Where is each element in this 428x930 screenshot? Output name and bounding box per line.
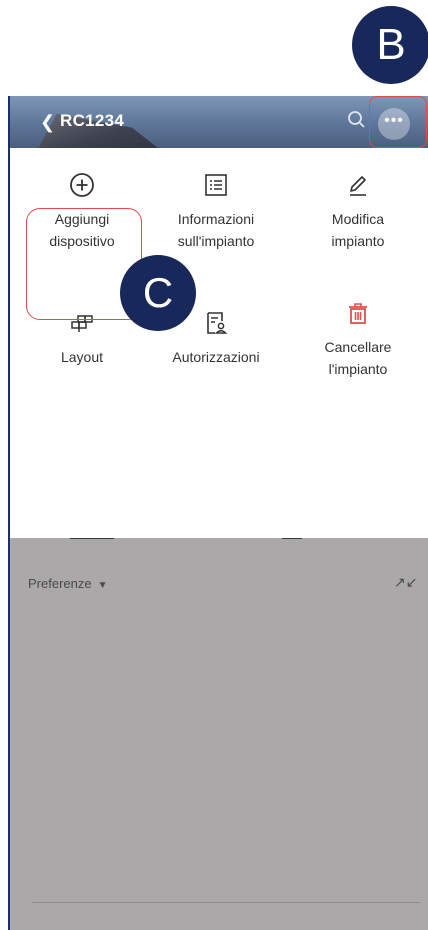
pencil-icon [350, 176, 366, 196]
search-icon[interactable] [347, 110, 367, 130]
preferences-dropdown[interactable]: Preferenze ▼ [28, 576, 108, 591]
dimmed-background[interactable]: Preferenze ▼ ↗↙ [10, 538, 428, 930]
authorization-icon [207, 312, 228, 334]
highlight-more-options [369, 96, 427, 148]
menu-item-label: Autorizzazioni [172, 349, 260, 365]
peek-text-left [70, 538, 120, 548]
app-screen: ❮ RC1234 ••• Aggiungi dispositivo Inform… [8, 96, 428, 930]
menu-item-edit-plant[interactable]: Modifica impianto [298, 170, 418, 252]
menu-item-label: impianto [331, 233, 385, 249]
menu-item-label: Layout [60, 349, 104, 365]
menu-item-label: l'impianto [328, 361, 388, 377]
plus-circle-icon [70, 173, 94, 197]
caret-down-icon: ▼ [97, 580, 108, 591]
menu-item-label: Modifica [331, 211, 385, 227]
menu-item-plant-info[interactable]: Informazioni sull'impianto [156, 170, 276, 252]
header-bar: ❮ RC1234 ••• [10, 96, 428, 148]
menu-item-delete-plant[interactable]: Cancellare l'impianto [298, 298, 418, 380]
plant-title: RC1234 [60, 111, 125, 130]
peek-text-right [282, 538, 306, 548]
menu-item-label: sull'impianto [177, 233, 255, 249]
callout-badge-b: B [352, 6, 428, 84]
menu-item-label: Informazioni [177, 211, 255, 227]
list-document-icon [205, 174, 227, 196]
preferences-label: Preferenze [28, 576, 92, 591]
expand-icon[interactable]: ↗↙ [394, 574, 417, 591]
back-arrow-icon[interactable]: ❮ [40, 112, 55, 133]
callout-badge-c: C [120, 255, 196, 331]
trash-icon [349, 303, 367, 324]
plant-actions-menu: Aggiungi dispositivo Informazioni sull'i… [10, 148, 428, 538]
menu-item-label: Cancellare [324, 339, 392, 355]
divider [32, 902, 420, 903]
